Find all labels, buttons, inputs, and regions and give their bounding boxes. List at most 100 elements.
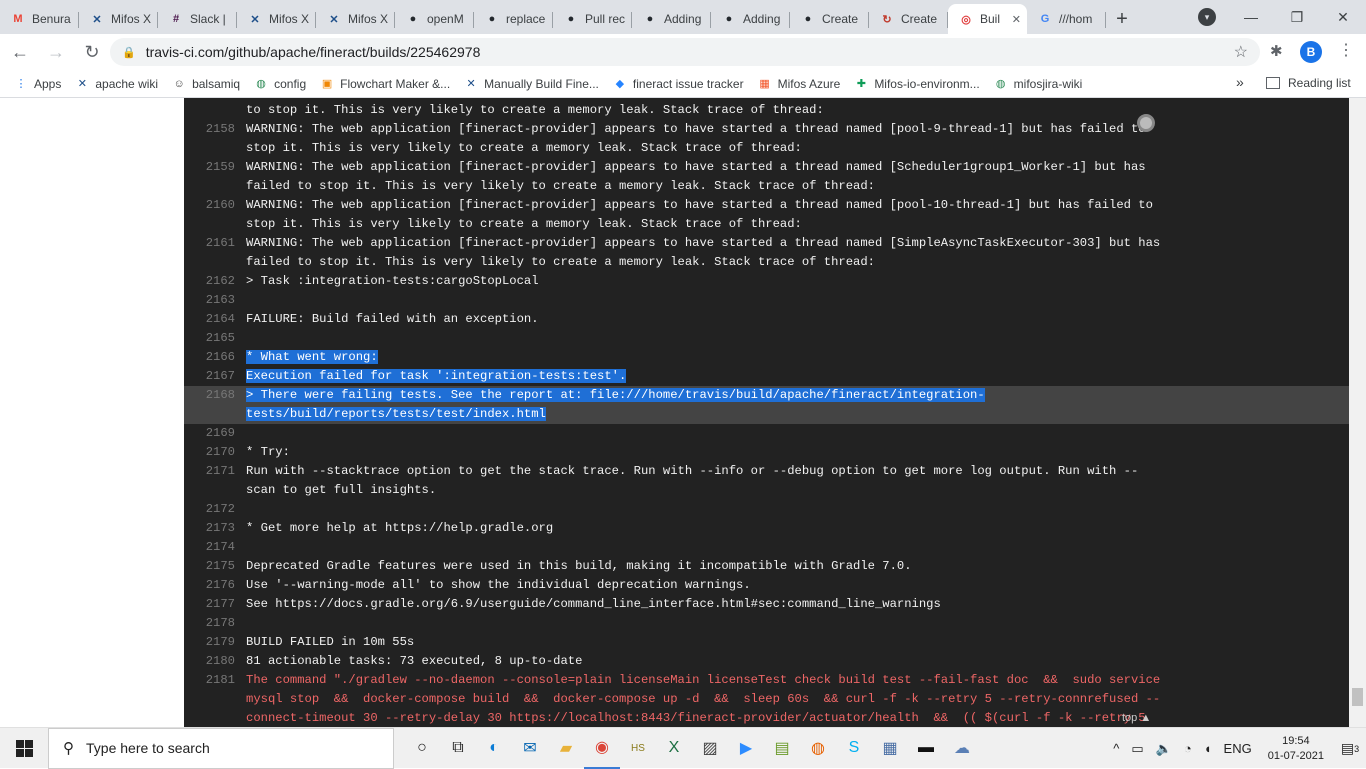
page-scrollbar[interactable]	[1349, 98, 1366, 727]
weather-icon[interactable]: ☁	[944, 728, 980, 769]
mail-icon[interactable]: ✉	[512, 728, 548, 769]
new-tab-button[interactable]: +	[1106, 4, 1138, 34]
log-line-number[interactable]: 2167	[184, 367, 235, 386]
browser-tab[interactable]: M Benura	[0, 4, 79, 34]
chart-app-icon[interactable]: ▤	[764, 728, 800, 769]
browser-tab[interactable]: ● Pull rec	[553, 4, 632, 34]
browser-tab[interactable]: G ///hom	[1027, 4, 1106, 34]
log-line-number[interactable]: 2180	[184, 652, 235, 671]
browser-tab[interactable]: # Slack |	[158, 4, 237, 34]
browser-tab[interactable]: ◎ Buil ✕	[948, 4, 1027, 34]
language-indicator[interactable]: ENG	[1224, 741, 1252, 756]
network-app-icon[interactable]: ▦	[872, 728, 908, 769]
bookmark-item[interactable]: ✕ Manually Build Fine...	[464, 77, 599, 91]
clock[interactable]: 19:54 01-07-2021	[1268, 734, 1324, 764]
minimize-icon[interactable]: —	[1228, 0, 1274, 34]
log-line-number[interactable]: 2171	[184, 462, 235, 481]
browser-tab[interactable]: ● Adding	[711, 4, 790, 34]
cortana-icon[interactable]: ○	[404, 728, 440, 769]
log-line-number[interactable]: 2177	[184, 595, 235, 614]
edge-icon[interactable]: ◐	[476, 728, 512, 769]
bookmark-item[interactable]: ▦ Mifos Azure	[758, 77, 840, 91]
taskbar-search[interactable]: ⚲ Type here to search	[48, 727, 394, 769]
chrome-icon[interactable]: ◉	[584, 728, 620, 769]
log-line-number[interactable]: 2175	[184, 557, 235, 576]
bookmark-item[interactable]: ✕ apache wiki	[75, 77, 158, 91]
volume-icon[interactable]: 🔈	[1156, 741, 1172, 757]
browser-tab[interactable]: ● openM	[395, 4, 474, 34]
log-line-number[interactable]: 2161	[184, 234, 235, 253]
log-line-text: > Task :integration-tests:cargoStopLocal	[246, 272, 1356, 291]
log-line-number[interactable]: 2168	[184, 386, 235, 405]
browser-tab[interactable]: ↻ Create	[869, 4, 948, 34]
bookmark-item[interactable]: ◍ mifosjira-wiki	[994, 77, 1082, 91]
bookmark-item[interactable]: ✚ Mifos-io-environm...	[854, 77, 980, 91]
firefox-icon[interactable]: ◍	[800, 728, 836, 769]
log-line-number[interactable]: 2170	[184, 443, 235, 462]
bookmark-item[interactable]: ▣ Flowchart Maker &...	[320, 77, 450, 91]
log-line-number[interactable]: 2162	[184, 272, 235, 291]
browser-tab[interactable]: ● Create	[790, 4, 869, 34]
close-tab-icon[interactable]: ✕	[1012, 13, 1021, 26]
terminal-icon[interactable]: ▬	[908, 728, 944, 769]
bookmark-star-icon[interactable]: ☆	[1234, 42, 1248, 62]
reading-list-button[interactable]: Reading list	[1266, 76, 1351, 90]
scrollbar-thumb[interactable]	[1352, 688, 1363, 706]
log-text-content: Deprecated Gradle features were used in …	[246, 559, 912, 573]
log-line-number[interactable]: 2181	[184, 671, 235, 690]
log-line-number[interactable]: 2173	[184, 519, 235, 538]
speaker-icon[interactable]: ◖	[1204, 741, 1212, 756]
log-line-number[interactable]: 2179	[184, 633, 235, 652]
zoom-icon[interactable]: ▶	[728, 728, 764, 769]
reload-icon[interactable]: ↻	[76, 36, 108, 68]
log-line-number[interactable]: 2174	[184, 538, 235, 557]
browser-menu-icon[interactable]: ⋮	[1338, 40, 1354, 60]
log-line-number[interactable]: 2158	[184, 120, 235, 139]
bookmark-item[interactable]: ☺ balsamiq	[172, 77, 240, 91]
excel-icon[interactable]: X	[656, 728, 692, 769]
wifi-icon[interactable]: ◔	[1184, 741, 1192, 756]
browser-tab[interactable]: ✕ Mifos X	[316, 4, 395, 34]
lock-icon[interactable]: 🔒	[122, 46, 136, 59]
build-log[interactable]: 2181 The command "./gradlew --no-daemon -…	[184, 98, 1365, 727]
log-line-number[interactable]: 2169	[184, 424, 235, 443]
start-button[interactable]	[0, 728, 48, 769]
address-bar[interactable]: 🔒 travis-ci.com/github/apache/fineract/b…	[110, 38, 1260, 66]
profile-avatar[interactable]: B	[1300, 41, 1322, 63]
bookmarks-overflow-icon[interactable]: »	[1236, 74, 1244, 90]
log-line-number[interactable]: 2159	[184, 158, 235, 177]
browser-tab[interactable]: ● replace	[474, 4, 553, 34]
extensions-icon[interactable]: ✱	[1270, 42, 1283, 60]
close-window-icon[interactable]: ✕	[1320, 0, 1366, 34]
browser-tab[interactable]: ✕ Mifos X	[79, 4, 158, 34]
bookmark-item[interactable]: ◍ config	[254, 77, 306, 91]
notification-center-button[interactable]: ▤ 3	[1334, 740, 1366, 757]
app-icon[interactable]: ▨	[692, 728, 728, 769]
bookmark-item[interactable]: ⋮ Apps	[14, 77, 62, 91]
forward-icon[interactable]: →	[40, 36, 72, 68]
log-line-number[interactable]: 2165	[184, 329, 235, 348]
log-line-number[interactable]: 2166	[184, 348, 235, 367]
browser-tab[interactable]: ● Adding	[632, 4, 711, 34]
file-explorer-icon[interactable]: ▰	[548, 728, 584, 769]
log-line-number[interactable]: 2160	[184, 196, 235, 215]
skype-icon[interactable]: S	[836, 728, 872, 769]
scroll-top-link[interactable]: top ▲	[1122, 709, 1151, 727]
log-line-number[interactable]: 2172	[184, 500, 235, 519]
log-follow-icon[interactable]	[1137, 114, 1155, 132]
bookmark-item[interactable]: ◆ fineract issue tracker	[613, 77, 744, 91]
tab-title: Create	[901, 12, 938, 26]
tab-strip: M Benura ✕ Mifos X # Slack | ✕ Mifos X ✕ Mifos X…	[0, 0, 1366, 34]
restore-icon[interactable]: ❐	[1274, 0, 1320, 34]
battery-icon[interactable]: ▭	[1131, 741, 1143, 757]
log-line-number[interactable]: 2176	[184, 576, 235, 595]
log-line-number[interactable]: 2163	[184, 291, 235, 310]
tray-expand-icon[interactable]: ^	[1113, 741, 1119, 756]
log-line-number[interactable]: 2164	[184, 310, 235, 329]
browser-tab[interactable]: ✕ Mifos X	[237, 4, 316, 34]
back-icon[interactable]: ←	[4, 36, 36, 68]
hs-icon[interactable]: HS	[620, 728, 656, 769]
tab-search-icon[interactable]: ▾	[1198, 8, 1216, 26]
log-line-number[interactable]: 2178	[184, 614, 235, 633]
task-view-icon[interactable]: ⧉	[440, 728, 476, 769]
